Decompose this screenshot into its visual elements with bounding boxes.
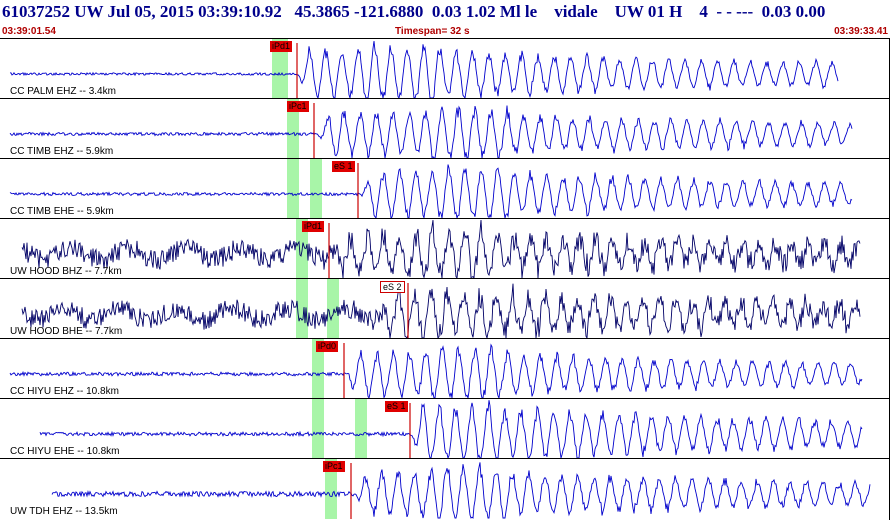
trace-panel[interactable]: iPc1 UW TDH EHZ -- 13.5km bbox=[0, 458, 890, 519]
waveform-svg bbox=[39, 399, 863, 459]
waveform-trace bbox=[9, 40, 839, 99]
waveform-trace bbox=[21, 219, 861, 279]
network-code: UW bbox=[74, 2, 104, 21]
channel-label: CC HIYU EHZ -- 10.8km bbox=[10, 386, 119, 397]
p-pick-tag[interactable]: iPd0 bbox=[316, 341, 339, 352]
waveform-trace bbox=[21, 283, 861, 339]
s-pick-tag[interactable]: eS 1 bbox=[332, 161, 355, 172]
waveform-svg bbox=[9, 99, 853, 159]
waveform-trace bbox=[51, 462, 871, 519]
trace-panel[interactable]: eS 2 UW HOOD BHE -- 7.7km bbox=[0, 278, 890, 339]
waveform-trace bbox=[9, 105, 853, 159]
waveform-trace bbox=[9, 164, 853, 219]
trace-panel[interactable]: iPd0 CC HIYU EHZ -- 10.8km bbox=[0, 338, 890, 399]
channel-label: UW HOOD BHZ -- 7.7km bbox=[10, 266, 122, 277]
s-pick-tag[interactable]: eS 1 bbox=[385, 401, 408, 412]
phase-window bbox=[287, 159, 299, 219]
event-datetime: Jul 05, 2015 03:39:10.92 bbox=[107, 2, 282, 21]
time-end: 03:39:33.41 bbox=[834, 26, 888, 37]
trace-panel[interactable]: eS 1 CC TIMB EHE -- 5.9km bbox=[0, 158, 890, 219]
phase-window bbox=[312, 399, 324, 459]
s-pick-tag[interactable]: eS 2 bbox=[380, 281, 405, 293]
p-pick-tag[interactable]: iPc1 bbox=[323, 461, 345, 472]
channel-label: UW HOOD BHE -- 7.7km bbox=[10, 326, 123, 337]
waveform-svg bbox=[9, 339, 863, 399]
event-depth: 0.03 bbox=[431, 2, 462, 21]
event-summary-line: 61037252 UW Jul 05, 2015 03:39:10.92 45.… bbox=[2, 2, 825, 22]
time-start: 03:39:01.54 bbox=[2, 26, 56, 37]
channel-label: CC TIMB EHE -- 5.9km bbox=[10, 206, 114, 217]
p-pick-tag[interactable]: iPd1 bbox=[302, 221, 325, 232]
waveform-svg bbox=[9, 159, 853, 219]
p-pick-tag[interactable]: iPd1 bbox=[270, 41, 293, 52]
phase-window bbox=[310, 159, 322, 219]
waveform-svg bbox=[21, 219, 861, 279]
event-lat: 45.3865 bbox=[294, 2, 350, 21]
phase-window bbox=[355, 399, 367, 459]
time-axis-bar: 03:39:01.54 Timespan= 32 s 03:39:33.41 bbox=[0, 25, 890, 38]
waveform-svg bbox=[9, 39, 839, 99]
p-pick-tag[interactable]: iPc1 bbox=[287, 101, 309, 112]
event-count: 4 bbox=[699, 2, 708, 21]
channel-label: CC TIMB EHZ -- 5.9km bbox=[10, 146, 114, 157]
channel-label: UW TDH EHZ -- 13.5km bbox=[10, 506, 118, 517]
event-header: 61037252 UW Jul 05, 2015 03:39:10.92 45.… bbox=[0, 0, 890, 38]
event-id: 61037252 bbox=[2, 2, 70, 21]
trace-panel[interactable]: iPd1 CC PALM EHZ -- 3.4km bbox=[0, 38, 890, 99]
waveform-trace bbox=[39, 400, 863, 459]
event-tail: - - --- 0.03 0.00 bbox=[716, 2, 826, 21]
event-lon: -121.6880 bbox=[353, 2, 424, 21]
trace-panel[interactable]: iPc1 CC TIMB EHZ -- 5.9km bbox=[0, 98, 890, 159]
trace-panel[interactable]: eS 1 CC HIYU EHE -- 10.8km bbox=[0, 398, 890, 459]
region-code: UW 01 H bbox=[614, 2, 683, 21]
trace-panel[interactable]: iPd1 UW HOOD BHZ -- 7.7km bbox=[0, 218, 890, 279]
analyst-name: vidale bbox=[554, 2, 598, 21]
channel-label: CC PALM EHZ -- 3.4km bbox=[10, 86, 116, 97]
timespan-readout: Timespan= 32 s bbox=[395, 26, 470, 37]
channel-label: CC HIYU EHE -- 10.8km bbox=[10, 446, 120, 457]
waveform-svg bbox=[51, 459, 871, 519]
waveform-trace bbox=[9, 343, 863, 399]
waveform-svg bbox=[21, 279, 861, 339]
event-magnitude: 1.02 Ml le bbox=[465, 2, 538, 21]
